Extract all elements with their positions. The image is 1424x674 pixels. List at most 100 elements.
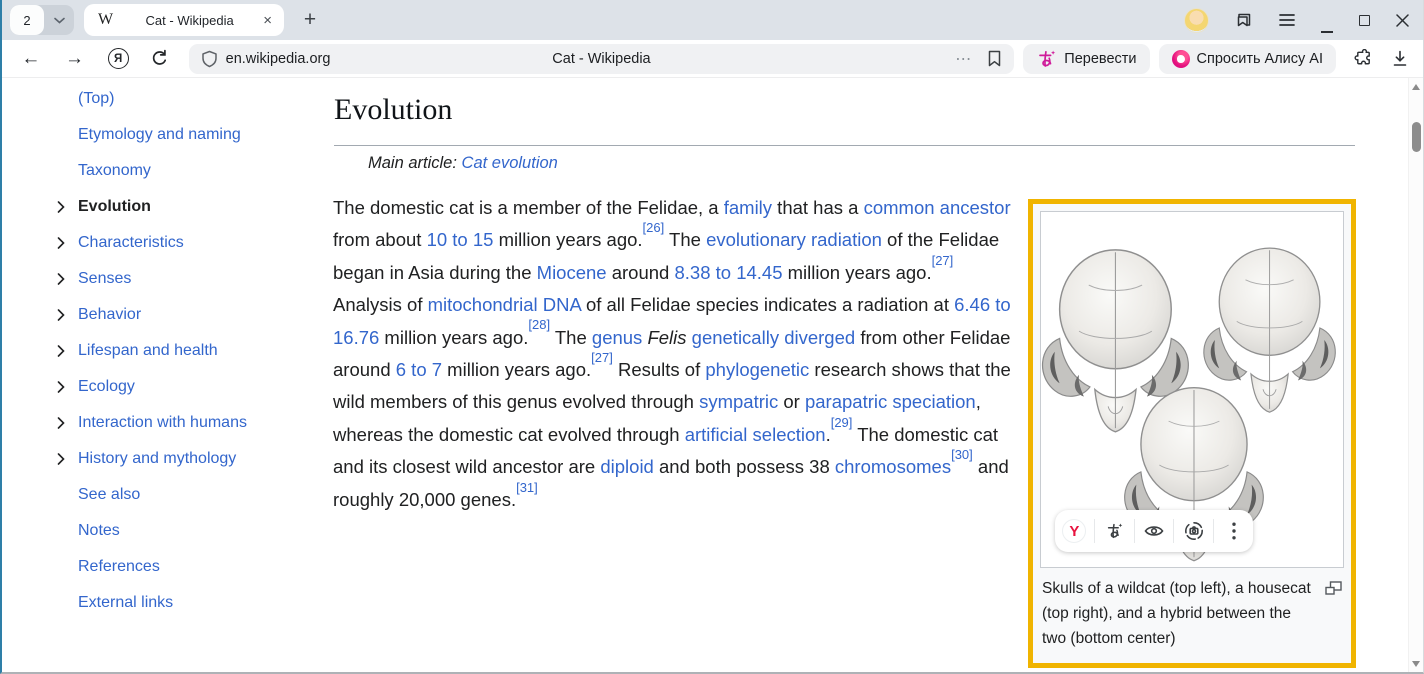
toc-item-label: Senses xyxy=(78,270,131,288)
reference-link[interactable]: [31] xyxy=(516,480,538,495)
url-domain: en.wikipedia.org xyxy=(226,51,331,67)
tab-count-button[interactable]: 2 xyxy=(10,5,44,35)
toc-item-label: Behavior xyxy=(78,306,141,324)
reference-link[interactable]: [29] xyxy=(831,415,853,430)
yandex-search-button[interactable]: Y xyxy=(1055,519,1094,543)
tab-cat-wikipedia[interactable]: W Cat - Wikipedia × xyxy=(84,4,284,36)
translate-icon xyxy=(1105,522,1124,540)
article-link[interactable]: genus xyxy=(592,327,642,348)
toc-item[interactable]: Taxonomy xyxy=(57,153,322,189)
article-link[interactable]: mitochondrial DNA xyxy=(428,294,581,315)
section-heading: Evolution xyxy=(334,93,452,127)
article-link[interactable]: phylogenetic xyxy=(705,359,809,380)
scroll-up-button[interactable] xyxy=(1409,80,1423,94)
toc-item[interactable]: See also xyxy=(57,477,322,513)
reference-link[interactable]: [26] xyxy=(643,220,665,235)
article-link[interactable]: 8.38 to 14.45 xyxy=(674,262,782,283)
toc-item[interactable]: References xyxy=(57,549,322,585)
reference-link[interactable]: [27] xyxy=(591,350,613,365)
search-by-image-button[interactable] xyxy=(1173,519,1213,543)
chevron-right-icon[interactable] xyxy=(57,417,65,429)
toc-item[interactable]: External links xyxy=(57,585,322,621)
reference-link[interactable]: [30] xyxy=(951,447,973,462)
ask-alice-button[interactable]: Спросить Алису AI xyxy=(1159,44,1337,74)
scrollbar-thumb[interactable] xyxy=(1412,122,1421,152)
figure-caption-text: Skulls of a wildcat (top left), a housec… xyxy=(1042,580,1311,647)
more-vertical-icon xyxy=(1232,522,1236,540)
toc-item[interactable]: Lifespan and health xyxy=(57,333,322,369)
toc-item[interactable]: Notes xyxy=(57,513,322,549)
address-more-button[interactable]: ⋯ xyxy=(955,49,973,69)
profile-avatar[interactable] xyxy=(1184,8,1209,33)
reload-button[interactable] xyxy=(143,44,177,74)
toc-item[interactable]: Characteristics xyxy=(57,225,322,261)
window-maximize-button[interactable] xyxy=(1359,15,1370,26)
translate-image-button[interactable] xyxy=(1094,519,1134,543)
article-link[interactable]: Miocene xyxy=(537,262,607,283)
toc-item-label: References xyxy=(78,558,160,576)
toc-item-label: Ecology xyxy=(78,378,135,396)
reference-link[interactable]: [28] xyxy=(528,317,550,332)
reload-icon xyxy=(150,49,169,68)
toc-item[interactable]: Evolution xyxy=(57,189,322,225)
toc-item-label: Taxonomy xyxy=(78,162,151,180)
chevron-right-icon[interactable] xyxy=(57,453,65,465)
toc-item-label: Evolution xyxy=(78,198,151,216)
new-tab-button[interactable]: + xyxy=(296,6,324,34)
back-button[interactable]: ← xyxy=(14,44,48,74)
skulls-image[interactable]: Y xyxy=(1040,211,1344,568)
chevron-right-icon[interactable] xyxy=(57,381,65,393)
preview-image-button[interactable] xyxy=(1134,519,1174,543)
article-link[interactable]: 6 to 7 xyxy=(396,359,442,380)
forward-button[interactable]: → xyxy=(58,44,92,74)
maximize-icon xyxy=(1359,15,1370,26)
chevron-right-icon[interactable] xyxy=(57,201,65,213)
bookmark-icon[interactable] xyxy=(987,50,1002,67)
article-text: million years ago. xyxy=(379,327,528,348)
hatnote-link[interactable]: Cat evolution xyxy=(462,154,558,172)
shield-icon xyxy=(201,50,218,68)
article-link[interactable]: chromosomes xyxy=(835,456,951,477)
toc-item[interactable]: History and mythology xyxy=(57,441,322,477)
article-link[interactable]: diploid xyxy=(600,456,654,477)
tab-list-dropdown-button[interactable] xyxy=(44,5,74,35)
side-panels-button[interactable] xyxy=(1235,11,1253,29)
scroll-down-button[interactable] xyxy=(1409,657,1423,671)
tab-count-group: 2 xyxy=(10,5,74,35)
toc-item-label: History and mythology xyxy=(78,450,236,468)
tab-close-button[interactable]: × xyxy=(261,12,274,29)
article-link[interactable]: sympatric xyxy=(699,391,778,412)
toc-item[interactable]: (Top) xyxy=(57,81,322,117)
window-minimize-button[interactable] xyxy=(1321,21,1333,33)
chevron-right-icon[interactable] xyxy=(57,309,65,321)
address-bar[interactable]: en.wikipedia.org Cat - Wikipedia ⋯ xyxy=(189,44,1015,74)
toc-item[interactable]: Interaction with humans xyxy=(57,405,322,441)
article-link[interactable]: parapatric speciation xyxy=(805,391,976,412)
image-search-icon xyxy=(1184,521,1204,541)
article-link[interactable]: artificial selection xyxy=(685,424,826,445)
article-link[interactable]: evolutionary radiation xyxy=(706,229,882,250)
page-scrollbar[interactable] xyxy=(1408,78,1423,673)
article-link[interactable]: 10 to 15 xyxy=(427,229,494,250)
reference-link[interactable]: [27] xyxy=(932,253,954,268)
translate-button[interactable]: Перевести xyxy=(1023,44,1149,74)
chevron-right-icon[interactable] xyxy=(57,273,65,285)
toc-item[interactable]: Behavior xyxy=(57,297,322,333)
toc-item-label: Characteristics xyxy=(78,234,184,252)
chevron-right-icon[interactable] xyxy=(57,237,65,249)
article-text: . xyxy=(826,424,831,445)
chevron-right-icon[interactable] xyxy=(57,345,65,357)
extensions-button[interactable] xyxy=(1354,49,1373,68)
yandex-home-button[interactable]: Я xyxy=(101,44,135,74)
window-close-button[interactable] xyxy=(1396,14,1409,27)
article-link[interactable]: genetically diverged xyxy=(692,327,856,348)
toc-item[interactable]: Etymology and naming xyxy=(57,117,322,153)
toc-item[interactable]: Ecology xyxy=(57,369,322,405)
article-link[interactable]: family xyxy=(724,197,772,218)
enlarge-button[interactable] xyxy=(1325,578,1342,603)
downloads-button[interactable] xyxy=(1391,49,1409,68)
image-more-button[interactable] xyxy=(1213,519,1253,543)
article-link[interactable]: common ancestor xyxy=(864,197,1011,218)
browser-menu-button[interactable] xyxy=(1279,13,1295,27)
toc-item[interactable]: Senses xyxy=(57,261,322,297)
